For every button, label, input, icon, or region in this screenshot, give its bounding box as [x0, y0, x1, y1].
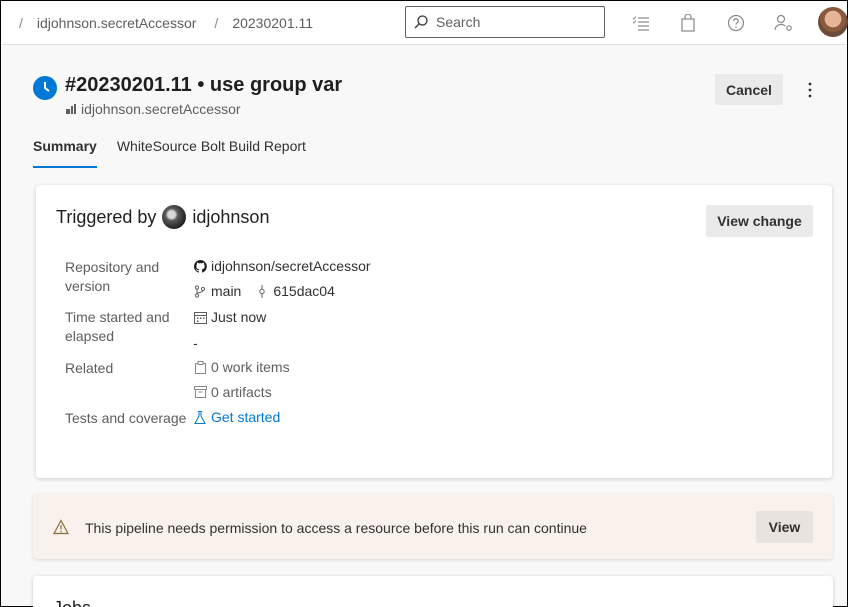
- github-icon: [193, 259, 207, 273]
- branch-icon: [193, 284, 207, 298]
- more-actions-icon[interactable]: [800, 79, 820, 101]
- work-items-count: 0 work items: [211, 359, 290, 375]
- get-started-link[interactable]: Get started: [211, 409, 280, 425]
- breadcrumb-pipeline[interactable]: idjohnson.secretAccessor: [37, 15, 197, 31]
- permission-banner: This pipeline needs permission to access…: [33, 494, 833, 559]
- summary-card: Triggered by idjohnson View change Repos…: [36, 185, 832, 478]
- breadcrumb-separator: /: [214, 14, 219, 31]
- time-label: Time started and elapsed: [65, 309, 170, 344]
- flask-icon: [193, 410, 207, 424]
- triggered-by-label: Triggered by: [56, 206, 157, 227]
- time-started-value: Just now: [193, 309, 266, 325]
- work-item-icon: [193, 360, 207, 374]
- help-icon[interactable]: [726, 13, 746, 33]
- repository-label: Repository and version: [65, 259, 160, 294]
- task-list-icon[interactable]: [631, 13, 651, 33]
- tab-summary[interactable]: Summary: [33, 138, 97, 168]
- user-settings-icon[interactable]: [774, 13, 794, 33]
- view-change-button[interactable]: View change: [706, 205, 813, 237]
- tests-label: Tests and coverage: [65, 410, 187, 426]
- search-icon: [414, 15, 428, 29]
- elapsed-value: -: [193, 335, 198, 351]
- cancel-button[interactable]: Cancel: [715, 74, 783, 105]
- commit-id[interactable]: 615dac04: [273, 283, 335, 299]
- triggered-by: Triggered by idjohnson: [56, 205, 269, 229]
- marketplace-bag-icon[interactable]: [678, 13, 698, 33]
- view-permission-button[interactable]: View: [756, 511, 813, 543]
- artifacts-count: 0 artifacts: [211, 384, 272, 400]
- related-label: Related: [65, 360, 114, 376]
- branch-name[interactable]: main: [211, 283, 241, 299]
- trigger-user-avatar: [162, 205, 187, 229]
- breadcrumb-run[interactable]: 20230201.11: [232, 15, 313, 31]
- commit-icon: [255, 284, 269, 298]
- repository-value[interactable]: idjohnson/secretAccessor: [193, 258, 371, 274]
- banner-message: This pipeline needs permission to access…: [85, 520, 587, 536]
- search-input[interactable]: [436, 14, 586, 30]
- repository-name: idjohnson/secretAccessor: [211, 258, 371, 274]
- work-items-value[interactable]: 0 work items: [193, 359, 290, 375]
- time-started: Just now: [211, 309, 267, 325]
- tests-value[interactable]: Get started: [193, 409, 280, 425]
- branch-commit-row: main 615dac04: [193, 283, 335, 299]
- calendar-icon: [193, 310, 207, 324]
- artifacts-value[interactable]: 0 artifacts: [193, 384, 272, 400]
- breadcrumb-separator: /: [19, 14, 23, 31]
- top-bar: / idjohnson.secretAccessor / 20230201.11: [1, 1, 848, 45]
- pipeline-icon: [66, 104, 76, 114]
- jobs-title: Jobs: [53, 598, 91, 607]
- artifact-icon: [193, 385, 207, 399]
- tab-whitesource-report[interactable]: WhiteSource Bolt Build Report: [117, 138, 306, 168]
- run-pipeline-name[interactable]: idjohnson.secretAccessor: [65, 101, 241, 117]
- tab-bar: Summary WhiteSource Bolt Build Report: [33, 138, 326, 168]
- triggered-by-user: idjohnson: [192, 206, 270, 227]
- warning-icon: [53, 519, 69, 535]
- run-title: #20230201.11 • use group var: [65, 74, 343, 96]
- user-avatar[interactable]: [818, 7, 848, 37]
- search-box[interactable]: [405, 6, 605, 38]
- jobs-card: Jobs: [33, 576, 833, 607]
- run-pipeline-label: idjohnson.secretAccessor: [81, 101, 241, 117]
- running-status-icon: [33, 76, 57, 100]
